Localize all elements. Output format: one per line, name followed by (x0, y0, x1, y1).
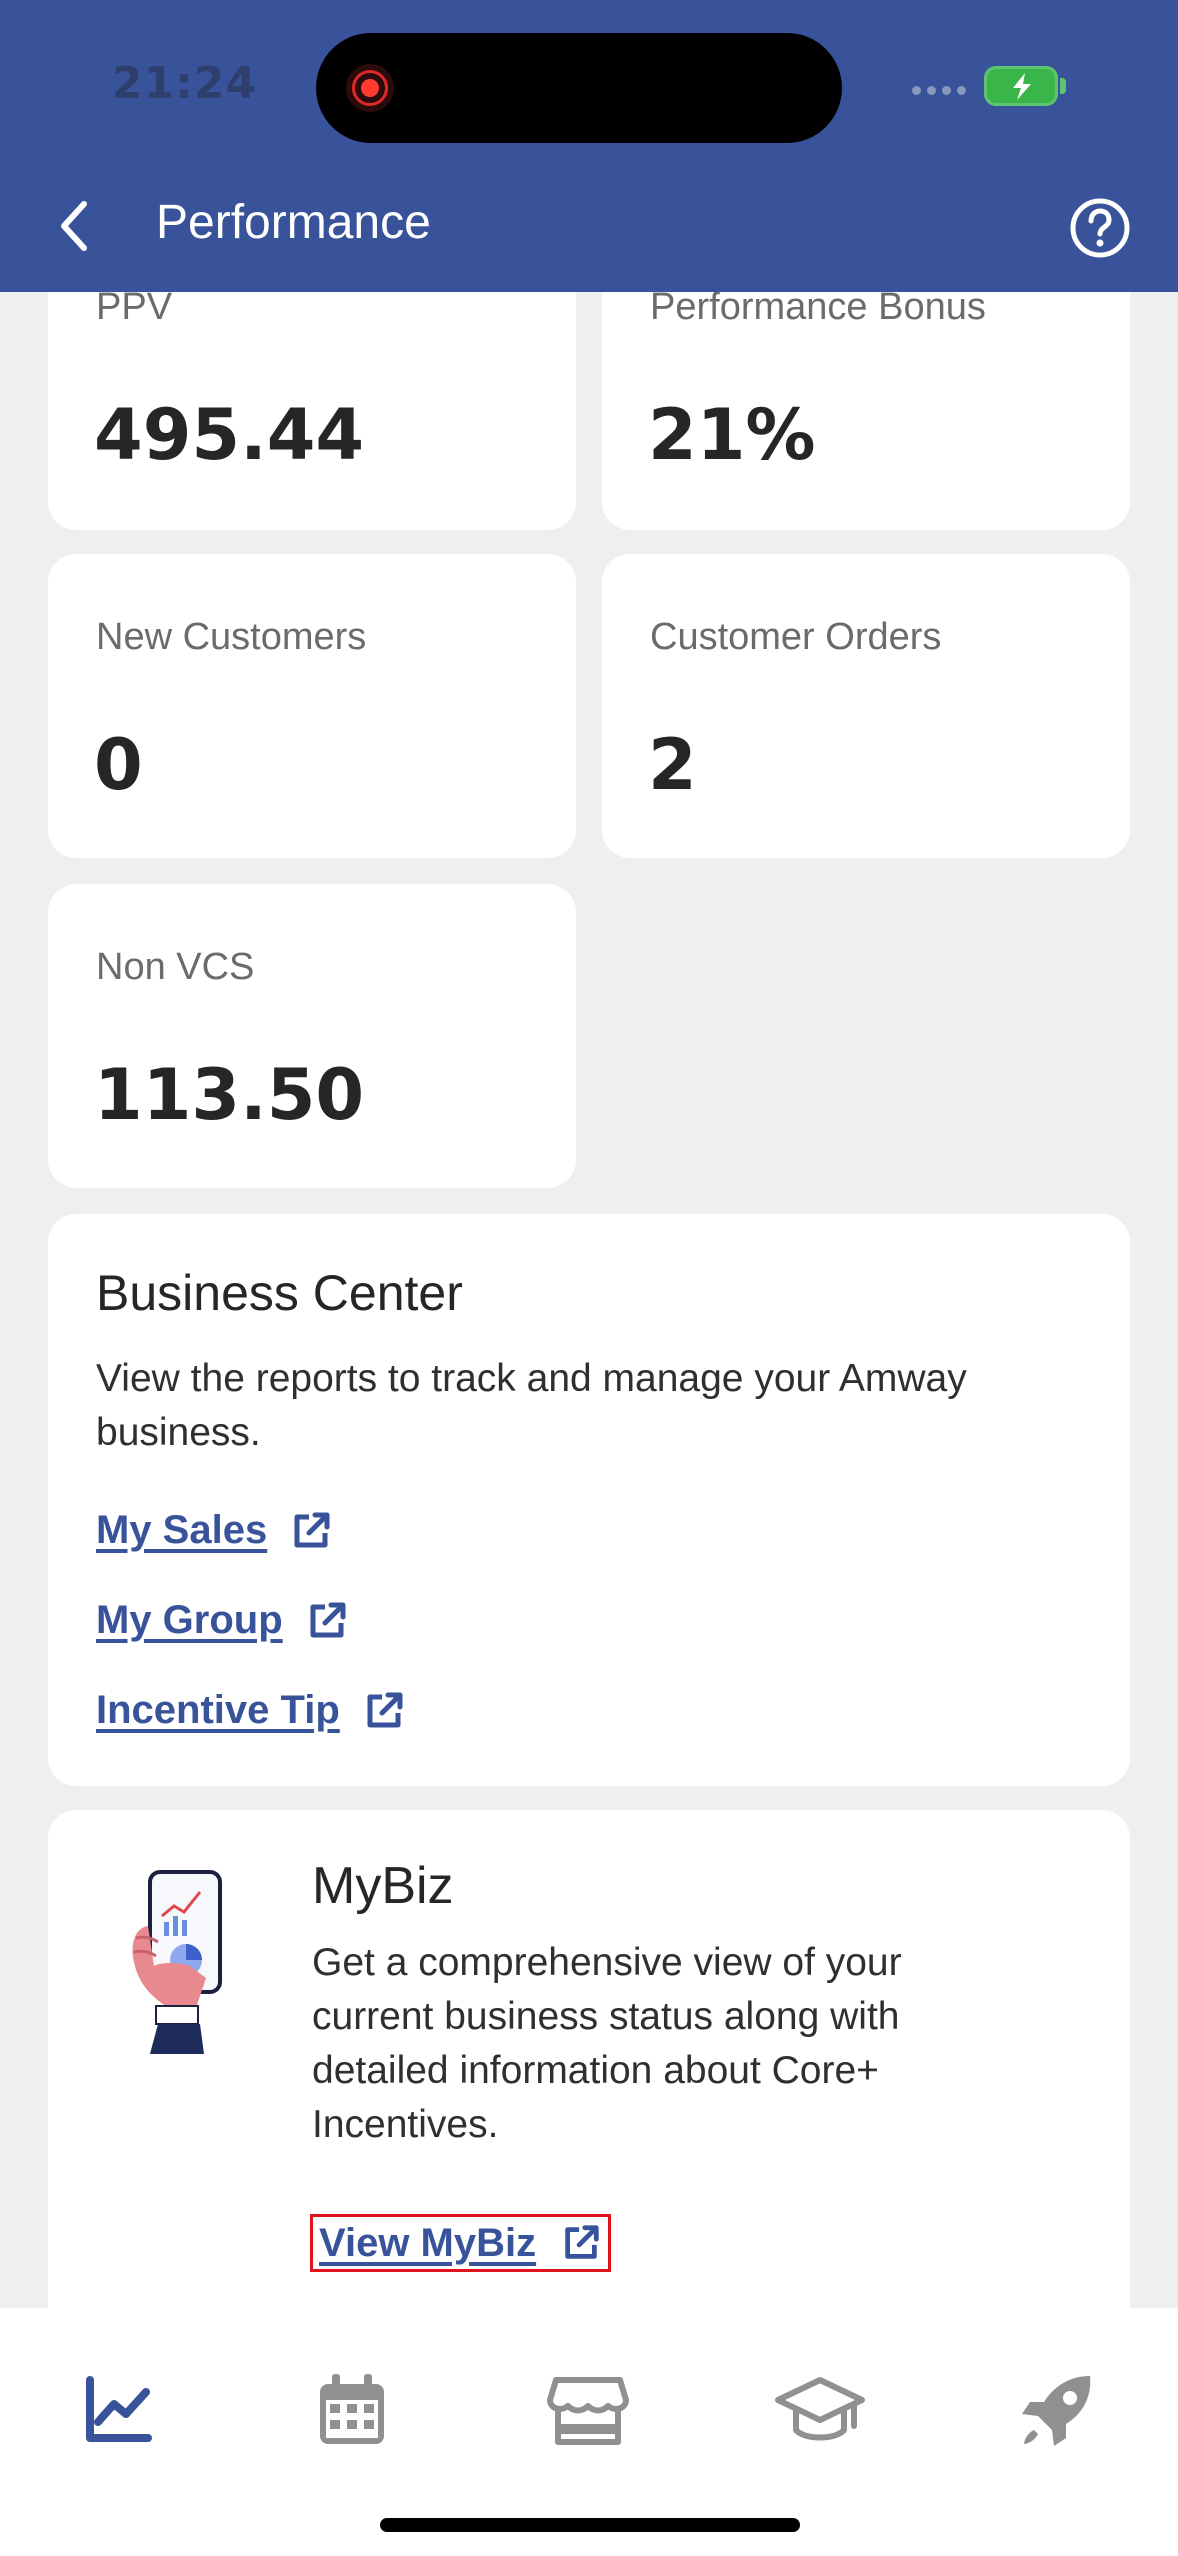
graduation-cap-icon (775, 2377, 865, 2441)
mybiz-card: MyBiz Get a comprehensive view of your c… (48, 1810, 1130, 2370)
bottom-navigation (0, 2308, 1178, 2556)
business-center-title: Business Center (96, 1265, 463, 1321)
nav-growth[interactable] (1010, 2362, 1106, 2458)
metric-value: 0 (94, 724, 143, 806)
metric-card-customer-orders: Customer Orders 2 (602, 554, 1130, 858)
status-time: 21:24 (112, 58, 258, 109)
external-link-icon (310, 1602, 346, 1637)
link-label: My Group (96, 1598, 283, 1642)
back-button[interactable] (44, 190, 104, 262)
store-icon (547, 2377, 629, 2445)
help-icon (1070, 198, 1130, 258)
calendar-icon (320, 2374, 384, 2444)
battery-icon (984, 66, 1058, 106)
metric-label: PPV (96, 286, 173, 328)
business-center-description: View the reports to track and manage you… (96, 1357, 967, 1454)
nav-calendar[interactable] (304, 2362, 400, 2458)
home-indicator (380, 2518, 800, 2532)
rocket-icon (1022, 2376, 1091, 2446)
my-group-link[interactable]: My Group (96, 1598, 349, 1643)
my-sales-link[interactable]: My Sales (96, 1508, 333, 1553)
metric-card-new-customers: New Customers 0 (48, 554, 576, 858)
metric-label: Customer Orders (650, 616, 942, 658)
mybiz-description: Get a comprehensive view of your current… (312, 1941, 902, 2146)
link-label: My Sales (96, 1508, 268, 1552)
metric-label: New Customers (96, 616, 367, 658)
screen-recording-icon (346, 64, 394, 112)
metric-value: 21% (648, 394, 816, 476)
nav-store[interactable] (540, 2362, 636, 2458)
incentive-tip-link[interactable]: Incentive Tip (96, 1688, 406, 1733)
metric-card-non-vcs: Non VCS 113.50 (48, 884, 576, 1188)
metric-value: 2 (648, 724, 697, 806)
business-center-card: Business Center View the reports to trac… (48, 1214, 1130, 1786)
app-header: 21:24 Performance (0, 0, 1178, 292)
metric-value: 495.44 (94, 394, 365, 476)
page-title: Performance (156, 196, 431, 249)
link-label: View MyBiz (319, 2220, 537, 2265)
metric-label: Performance Bonus (650, 286, 986, 328)
chevron-left-icon (61, 201, 87, 251)
nav-performance[interactable] (70, 2362, 166, 2458)
external-link-icon (294, 1512, 330, 1547)
external-link-icon (367, 1692, 403, 1727)
mybiz-title: MyBiz (312, 1857, 454, 1915)
help-button[interactable] (1068, 196, 1132, 260)
signal-icon (912, 86, 966, 95)
metric-value: 113.50 (94, 1054, 365, 1136)
link-label: Incentive Tip (96, 1688, 340, 1732)
external-link-icon (565, 2225, 599, 2259)
performance-chart-icon (86, 2376, 152, 2442)
nav-learning[interactable] (772, 2362, 868, 2458)
phone-in-hand-illustration (132, 1870, 222, 2054)
metric-label: Non VCS (96, 946, 255, 988)
view-mybiz-link[interactable]: View MyBiz (310, 2214, 612, 2272)
dynamic-island (316, 33, 842, 143)
battery-tip (1060, 78, 1066, 94)
